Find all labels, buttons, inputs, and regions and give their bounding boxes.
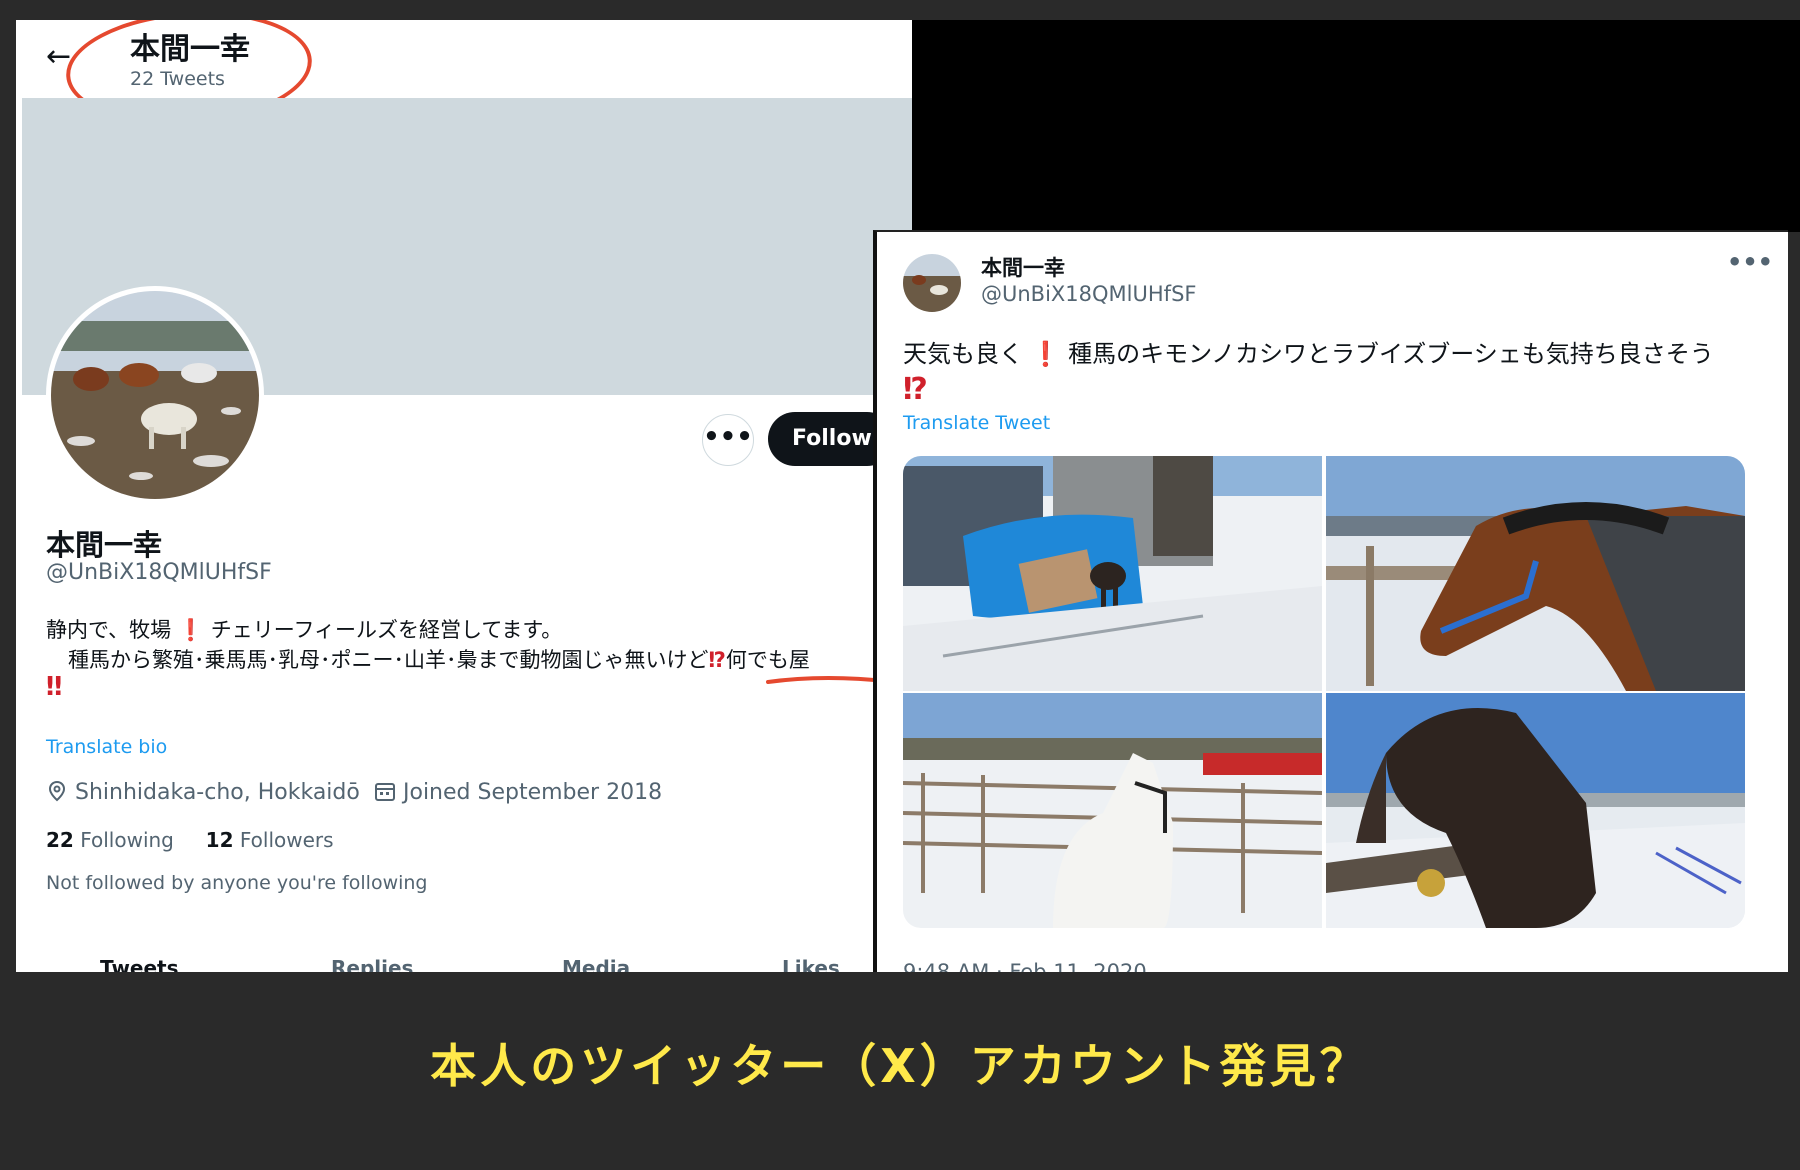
double-exclamation-icon: ‼ [46, 672, 63, 702]
translate-bio-link[interactable]: Translate bio [46, 736, 167, 758]
joined-date: Joined September 2018 [374, 780, 662, 805]
location: Shinhidaka-cho, Hokkaidō [46, 780, 360, 805]
tweet-timestamp[interactable]: 9:48 AM · Feb 11, 2020 [903, 960, 1147, 972]
bio-line-1: 静内で、牧場 ❗ チェリーフィールズを経営してます。 [46, 614, 562, 644]
tab-replies[interactable]: Replies [331, 956, 413, 972]
tab-tweets[interactable]: Tweets [100, 956, 179, 972]
followers-link[interactable]: 12 Followers [206, 828, 334, 852]
exclamation-icon: ❗ [177, 618, 205, 642]
tweet-author-handle[interactable]: @UnBiX18QMlUHfSF [981, 282, 1196, 306]
tweet-author-name[interactable]: 本間一幸 [981, 252, 1065, 282]
photo-barn-tarp[interactable] [903, 456, 1322, 691]
not-followed-note: Not followed by anyone you're following [46, 872, 428, 894]
profile-panel: ← 本間一幸 22 Tweets ••• Follow 本間一幸 @UnBiX1… [16, 20, 912, 972]
photo-white-horse[interactable] [903, 693, 1322, 928]
following-link[interactable]: 22 Following [46, 828, 174, 852]
bio-text: 何でも屋 [725, 648, 810, 672]
tweet-text-part: 天気も良く [903, 340, 1023, 368]
tab-media[interactable]: Media [562, 956, 630, 972]
translate-tweet-link[interactable]: Translate Tweet [903, 412, 1050, 434]
bio-line-2: 種馬から繁殖･乗馬馬･乳母･ポニー･山羊･梟まで動物園じゃ無いけど⁉何でも屋 [68, 644, 810, 674]
caption-text: 本人のツイッター（X）アカウント発見？ [430, 1039, 1370, 1093]
black-background [912, 20, 1800, 232]
tab-likes[interactable]: Likes [782, 956, 840, 972]
tweet-more-button[interactable]: ••• [1727, 248, 1773, 276]
avatar[interactable] [46, 286, 264, 504]
interrobang-icon: ⁉ [903, 372, 928, 407]
profile-name: 本間一幸 [46, 528, 163, 562]
exclamation-icon: ❗ [1030, 340, 1061, 368]
calendar-icon [375, 783, 395, 801]
bio-text: 種馬から繁殖･乗馬馬･乳母･ポニー･山羊･梟まで動物園じゃ無いけど [68, 648, 709, 672]
tweet-text-part: 種馬のキモンノカシワとラブイズブーシェも気持ち良さそう [1068, 340, 1714, 368]
location-pin-icon [48, 780, 66, 802]
photo-bay-horse-halter[interactable] [1326, 456, 1745, 691]
tweet-photo-grid [903, 456, 1745, 928]
tweet-text: 天気も良く ❗ 種馬のキモンノカシワとラブイズブーシェも気持ち良さそう ⁉ [903, 336, 1773, 409]
more-options-button[interactable]: ••• [702, 414, 754, 466]
tweet-card: 本間一幸 @UnBiX18QMlUHfSF ••• 天気も良く ❗ 種馬のキモン… [873, 230, 1788, 972]
follow-stats: 22 Following 12 Followers [46, 828, 334, 852]
interrobang-icon: ⁉ [708, 648, 726, 672]
profile-handle: @UnBiX18QMlUHfSF [46, 560, 272, 585]
tweet-avatar[interactable] [903, 254, 961, 312]
location-text: Shinhidaka-cho, Hokkaidō [75, 780, 360, 805]
bio-text: 静内で、牧場 [46, 618, 172, 642]
bio-text: チェリーフィールズを経営してます。 [210, 618, 563, 642]
photo-dark-horse-closeup[interactable] [1326, 693, 1745, 928]
joined-text: Joined September 2018 [403, 780, 663, 805]
